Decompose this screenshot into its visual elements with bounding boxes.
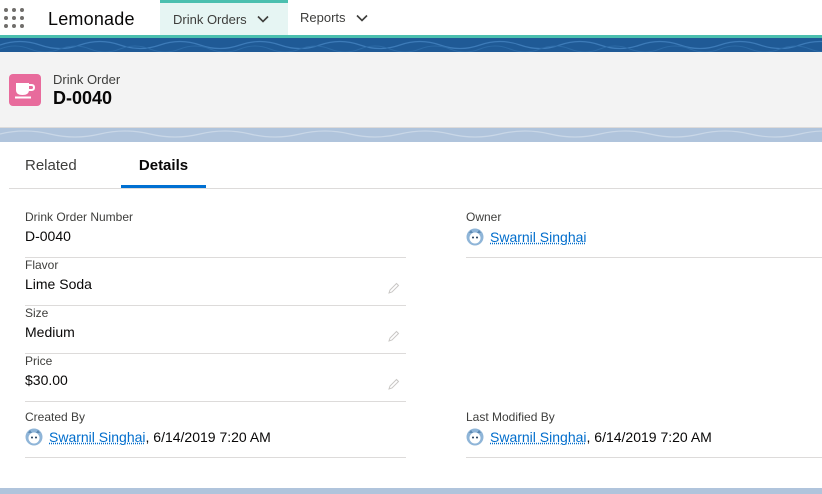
field-last-modified-by: Last Modified By Swarnil Singhai, 6/14/2… <box>466 410 822 458</box>
field-value: $30.00 <box>25 372 68 388</box>
object-type-label: Drink Order <box>53 72 121 87</box>
record-title: D-0040 <box>53 88 113 108</box>
record-header: Drink Order D-0040 <box>0 52 822 128</box>
record-tabs: Related Details <box>9 142 822 189</box>
field-label: Size <box>25 306 49 320</box>
avatar-icon[interactable] <box>466 428 484 446</box>
pencil-edit-icon[interactable] <box>388 330 400 342</box>
avatar-icon[interactable] <box>25 428 43 446</box>
decorative-band <box>0 38 822 52</box>
nav-tab-reports[interactable]: Reports <box>288 0 388 35</box>
field-label: Owner <box>466 210 502 224</box>
field-value: Swarnil Singhai, 6/14/2019 7:20 AM <box>25 428 271 446</box>
decorative-band <box>0 128 822 142</box>
last-modified-by-user-link[interactable]: Swarnil Singhai <box>490 429 587 445</box>
field-value: Swarnil Singhai, 6/14/2019 7:20 AM <box>466 428 712 446</box>
created-by-timestamp: , 6/14/2019 7:20 AM <box>145 429 271 445</box>
field-label: Created By <box>25 410 86 424</box>
chevron-down-icon[interactable] <box>255 11 271 27</box>
top-nav: Lemonade Drink Orders Reports <box>0 0 822 38</box>
created-by-user-link[interactable]: Swarnil Singhai <box>49 429 146 445</box>
tab-related[interactable]: Related <box>25 142 77 188</box>
field-label: Price <box>25 354 53 368</box>
nav-tab-drink-orders[interactable]: Drink Orders <box>160 0 288 35</box>
nav-tab-label: Drink Orders <box>173 11 247 27</box>
last-modified-timestamp: , 6/14/2019 7:20 AM <box>586 429 712 445</box>
chevron-down-icon[interactable] <box>354 10 370 26</box>
field-value: D-0040 <box>25 228 71 244</box>
nav-tab-label: Reports <box>300 10 346 25</box>
app-name: Lemonade <box>48 9 135 29</box>
pencil-edit-icon[interactable] <box>388 378 400 390</box>
pencil-edit-icon[interactable] <box>388 282 400 294</box>
field-drink-order-number: Drink Order Number D-0040 <box>25 210 406 258</box>
cup-icon <box>9 74 41 106</box>
owner-link[interactable]: Swarnil Singhai <box>490 229 587 245</box>
field-value: Swarnil Singhai <box>466 228 587 246</box>
field-label: Last Modified By <box>466 410 555 424</box>
avatar-icon[interactable] <box>466 228 484 246</box>
field-owner: Owner Swarnil Singhai <box>466 210 822 258</box>
field-value: Medium <box>25 324 75 340</box>
decorative-band <box>0 488 822 494</box>
app-launcher-icon[interactable] <box>4 8 26 30</box>
field-price: Price $30.00 <box>25 354 406 402</box>
field-size: Size Medium <box>25 306 406 354</box>
field-created-by: Created By Swarnil Singhai, 6/14/2019 7:… <box>25 410 406 458</box>
field-value: Lime Soda <box>25 276 92 292</box>
field-label: Drink Order Number <box>25 210 134 224</box>
field-label: Flavor <box>25 258 59 272</box>
tab-details[interactable]: Details <box>121 142 206 188</box>
field-flavor: Flavor Lime Soda <box>25 258 406 306</box>
